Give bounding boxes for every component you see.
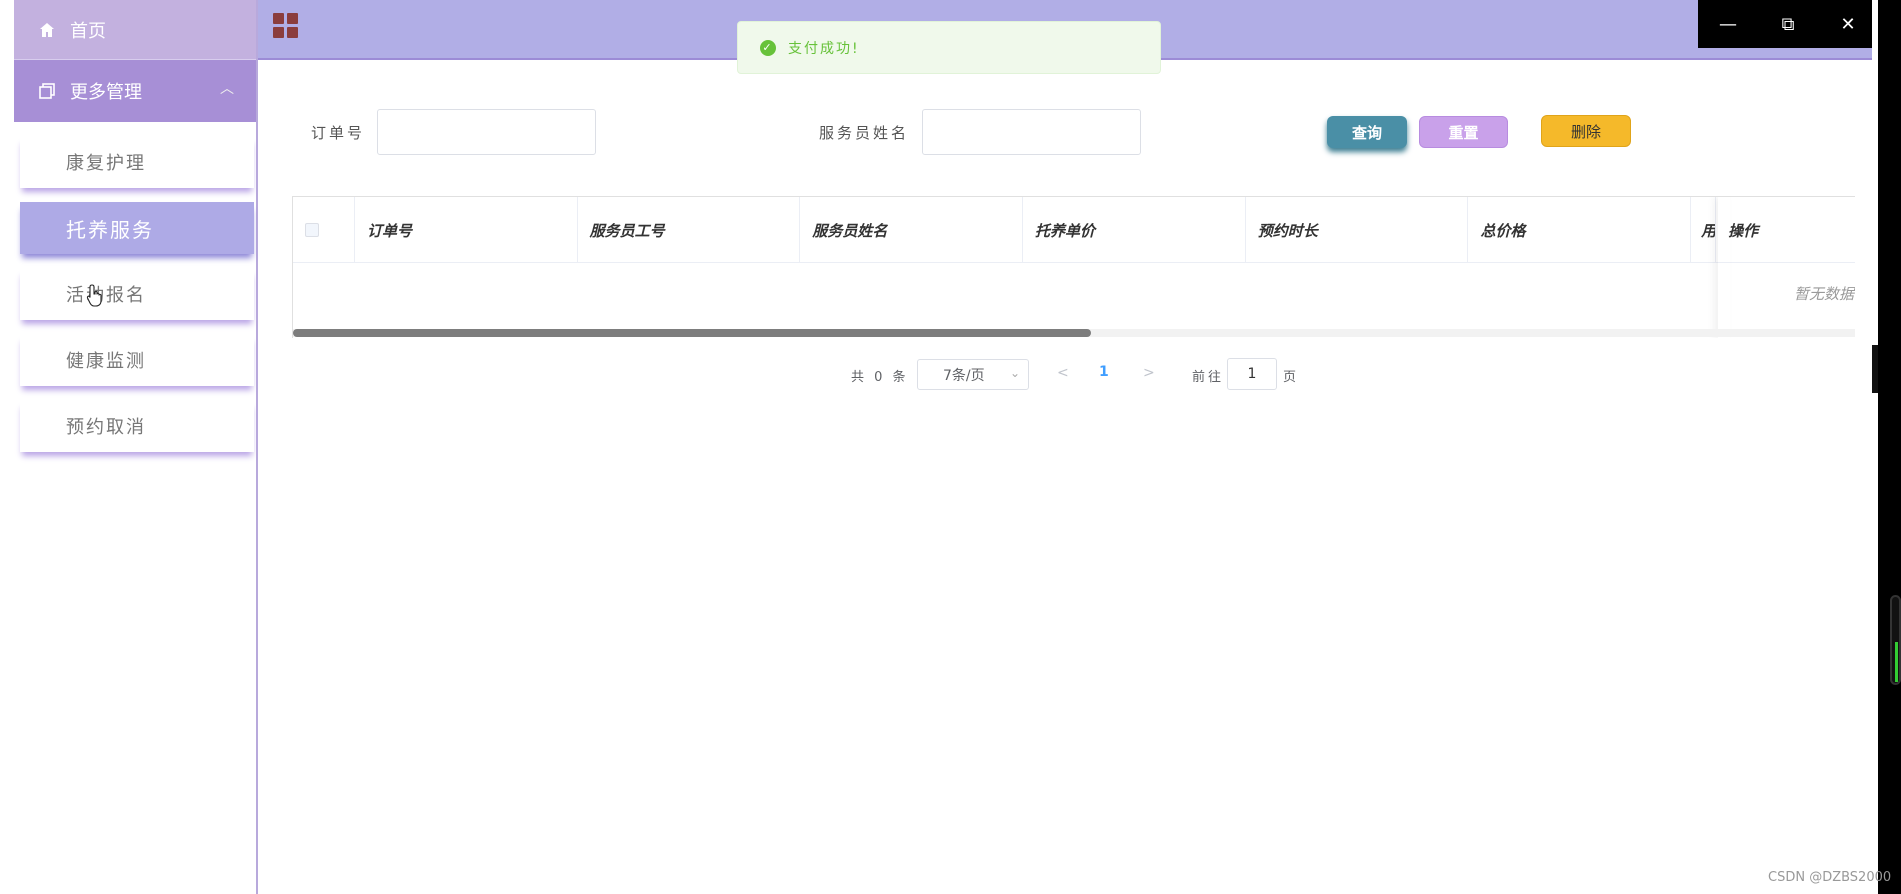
toast-message: 支付成功! bbox=[788, 40, 860, 57]
column-header[interactable]: 预约时长 bbox=[1246, 197, 1469, 263]
current-page[interactable]: 1 bbox=[1099, 364, 1109, 380]
table-empty-row: 暂无数据 bbox=[293, 263, 1855, 327]
column-header[interactable]: 用 bbox=[1691, 197, 1717, 263]
query-button[interactable]: 查询 bbox=[1327, 116, 1407, 148]
sidebar-item-cancel-booking[interactable]: 预约取消 bbox=[20, 400, 254, 452]
column-header[interactable]: 服务员工号 bbox=[578, 197, 801, 263]
sidebar-item-activity-signup[interactable]: 活动报名 bbox=[20, 268, 254, 320]
select-all-cell bbox=[293, 197, 355, 263]
check-circle-icon: ✓ bbox=[760, 39, 776, 56]
sidebar-group-label: 更多管理 bbox=[70, 82, 142, 103]
prev-page-icon[interactable]: < bbox=[1057, 365, 1069, 381]
fixed-column-shadow bbox=[1718, 197, 1730, 338]
column-header[interactable]: 订单号 bbox=[355, 197, 578, 263]
sidebar-item-care-service[interactable]: 托养服务 bbox=[20, 202, 254, 254]
select-all-checkbox[interactable] bbox=[305, 223, 319, 237]
success-toast: ✓ 支付成功! bbox=[737, 21, 1161, 74]
page-size-select[interactable]: 7条/页 ⌄ bbox=[917, 359, 1029, 390]
restore-icon[interactable]: ⧉ bbox=[1768, 14, 1808, 35]
menu-grid-icon[interactable] bbox=[273, 13, 299, 39]
sidebar-item-health-monitor[interactable]: 健康监测 bbox=[20, 334, 254, 386]
app-page: 首页 更多管理 ︿ 康复护理 托养服务 活动报名 健康监测 预约取消 — ⧉ ✕… bbox=[0, 0, 1901, 894]
watermark: CSDN @DZBS2000 bbox=[1768, 870, 1892, 885]
volume-indicator-icon bbox=[1890, 595, 1901, 685]
top-header-extension bbox=[1698, 48, 1872, 60]
empty-text: 暂无数据 bbox=[1793, 285, 1854, 303]
staff-name-input[interactable] bbox=[922, 109, 1141, 155]
scrollbar-thumb[interactable] bbox=[293, 329, 1091, 337]
hand-cursor-icon bbox=[86, 284, 102, 307]
sidebar-home-label: 首页 bbox=[70, 20, 106, 42]
order-number-label: 订单号 bbox=[311, 124, 366, 142]
screen-edge bbox=[1878, 0, 1901, 894]
column-header[interactable]: 操作 bbox=[1716, 197, 1855, 263]
home-icon bbox=[40, 22, 54, 37]
goto-page-input[interactable]: 1 bbox=[1227, 358, 1277, 390]
data-table: 订单号 服务员工号 服务员姓名 托养单价 预约时长 总价格 用 操作 暂无数据 bbox=[292, 196, 1855, 338]
window-left-edge bbox=[0, 0, 14, 894]
close-icon[interactable]: ✕ bbox=[1828, 14, 1868, 35]
reset-button[interactable]: 重置 bbox=[1419, 116, 1508, 148]
window-controls: — ⧉ ✕ bbox=[1698, 0, 1878, 48]
pagination-total: 共 0 条 bbox=[851, 369, 909, 385]
column-header[interactable]: 总价格 bbox=[1468, 197, 1692, 263]
column-header[interactable]: 服务员姓名 bbox=[800, 197, 1024, 263]
page-suffix: 页 bbox=[1283, 369, 1300, 385]
minimize-icon[interactable]: — bbox=[1708, 14, 1748, 35]
table-header: 订单号 服务员工号 服务员姓名 托养单价 预约时长 总价格 用 操作 bbox=[293, 197, 1855, 263]
horizontal-scrollbar[interactable] bbox=[293, 329, 1855, 337]
copy-icon bbox=[39, 83, 55, 99]
sidebar-item-rehab[interactable]: 康复护理 bbox=[20, 136, 254, 188]
staff-name-label: 服务员姓名 bbox=[819, 124, 910, 142]
chevron-up-icon: ︿ bbox=[220, 81, 234, 97]
order-number-input[interactable] bbox=[377, 109, 596, 155]
sidebar-item-label: 托养服务 bbox=[66, 217, 154, 242]
page-size-value: 7条/页 bbox=[943, 367, 985, 384]
next-page-icon[interactable]: > bbox=[1143, 365, 1155, 381]
sidebar: 首页 更多管理 ︿ 康复护理 托养服务 活动报名 健康监测 预约取消 bbox=[14, 0, 258, 894]
sidebar-item-label: 预约取消 bbox=[66, 417, 146, 438]
goto-label: 前往 bbox=[1192, 369, 1225, 385]
sidebar-item-label: 康复护理 bbox=[66, 153, 146, 174]
column-header[interactable]: 托养单价 bbox=[1023, 197, 1246, 263]
chevron-down-icon: ⌄ bbox=[1009, 366, 1020, 380]
sidebar-group-more[interactable]: 更多管理 ︿ bbox=[14, 60, 256, 122]
sidebar-item-label: 活动报名 bbox=[66, 285, 146, 306]
sidebar-item-home[interactable]: 首页 bbox=[14, 0, 256, 60]
delete-button[interactable]: 删除 bbox=[1541, 115, 1631, 147]
sidebar-item-label: 健康监测 bbox=[66, 351, 146, 372]
